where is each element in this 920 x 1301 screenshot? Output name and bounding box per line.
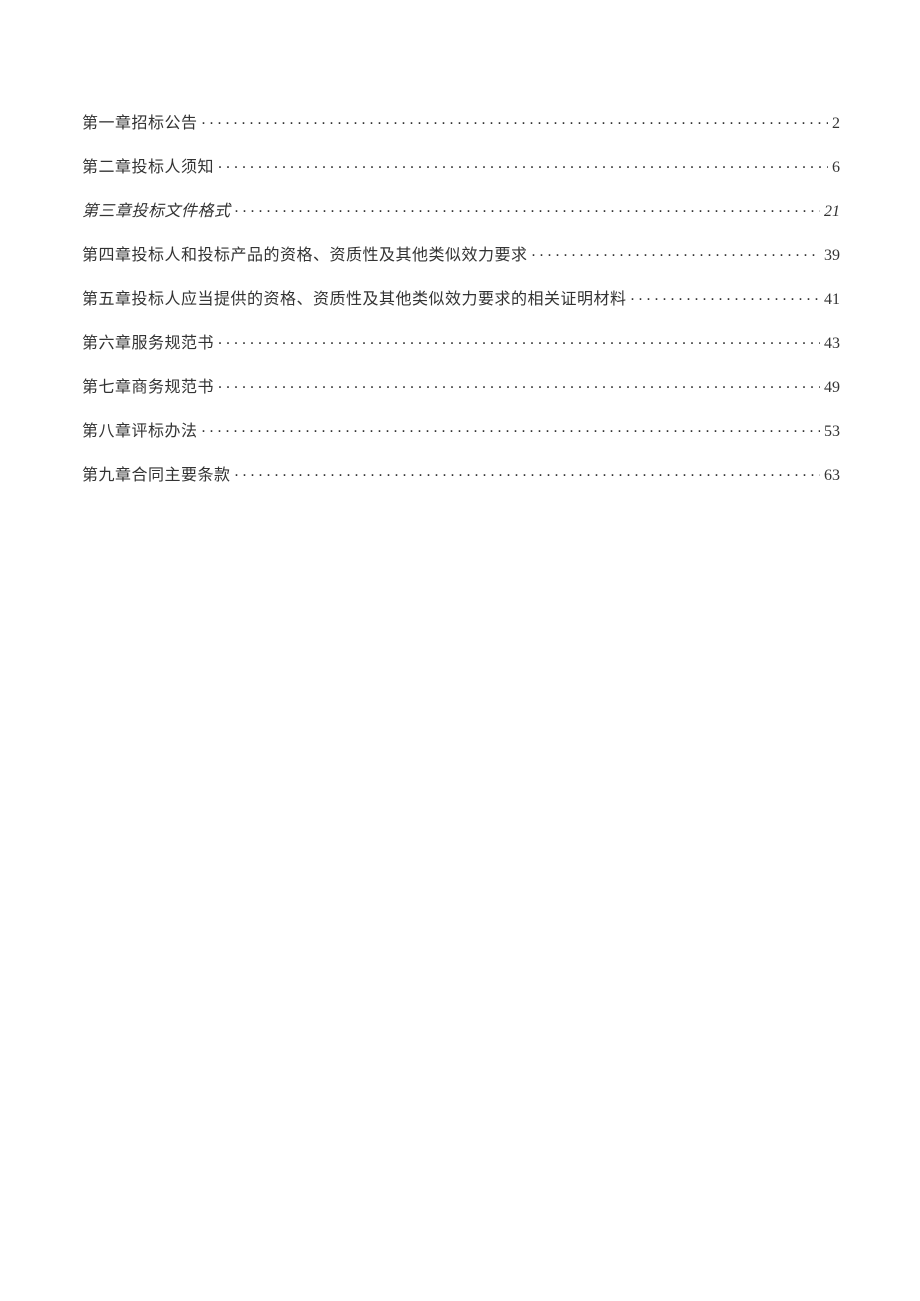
toc-page-number: 49 — [824, 380, 840, 396]
toc-page-number: 2 — [832, 116, 840, 132]
toc-entry[interactable]: 第五章投标人应当提供的资格、资质性及其他类似效力要求的相关证明材料 41 — [82, 288, 840, 308]
toc-leader — [218, 332, 820, 348]
toc-title: 第八章评标办法 — [82, 424, 198, 440]
toc-page-number: 6 — [832, 160, 840, 176]
toc-title: 第三章投标文件格式 — [82, 204, 231, 220]
document-page: 第一章招标公告 2 第二章投标人须知 6 第三章投标文件格式 21 第四章投标人… — [0, 0, 920, 484]
toc-title: 第二章投标人须知 — [82, 160, 214, 176]
toc-entry[interactable]: 第四章投标人和投标产品的资格、资质性及其他类似效力要求 39 — [82, 244, 840, 264]
toc-title: 第五章投标人应当提供的资格、资质性及其他类似效力要求的相关证明材料 — [82, 292, 627, 308]
toc-leader — [631, 288, 820, 304]
toc-entry[interactable]: 第二章投标人须知 6 — [82, 156, 840, 176]
toc-entry[interactable]: 第三章投标文件格式 21 — [82, 200, 840, 220]
toc-entry[interactable]: 第一章招标公告 2 — [82, 112, 840, 132]
toc-title: 第九章合同主要条款 — [82, 468, 231, 484]
toc-page-number: 21 — [824, 204, 840, 220]
toc-leader — [202, 420, 820, 436]
toc-entry[interactable]: 第七章商务规范书 49 — [82, 376, 840, 396]
toc-entry[interactable]: 第六章服务规范书 43 — [82, 332, 840, 352]
toc-page-number: 53 — [824, 424, 840, 440]
toc-page-number: 39 — [824, 248, 840, 264]
toc-leader — [235, 200, 820, 216]
toc-page-number: 43 — [824, 336, 840, 352]
toc-title: 第六章服务规范书 — [82, 336, 214, 352]
toc-page-number: 41 — [824, 292, 840, 308]
toc-entry[interactable]: 第九章合同主要条款 63 — [82, 464, 840, 484]
toc-leader — [218, 156, 828, 172]
toc-title: 第一章招标公告 — [82, 116, 198, 132]
toc-leader — [202, 112, 828, 128]
toc-title: 第四章投标人和投标产品的资格、资质性及其他类似效力要求 — [82, 248, 528, 264]
toc-leader — [532, 244, 820, 260]
toc-leader — [218, 376, 820, 392]
toc-title: 第七章商务规范书 — [82, 380, 214, 396]
toc-page-number: 63 — [824, 468, 840, 484]
toc-leader — [235, 464, 820, 480]
toc-entry[interactable]: 第八章评标办法 53 — [82, 420, 840, 440]
